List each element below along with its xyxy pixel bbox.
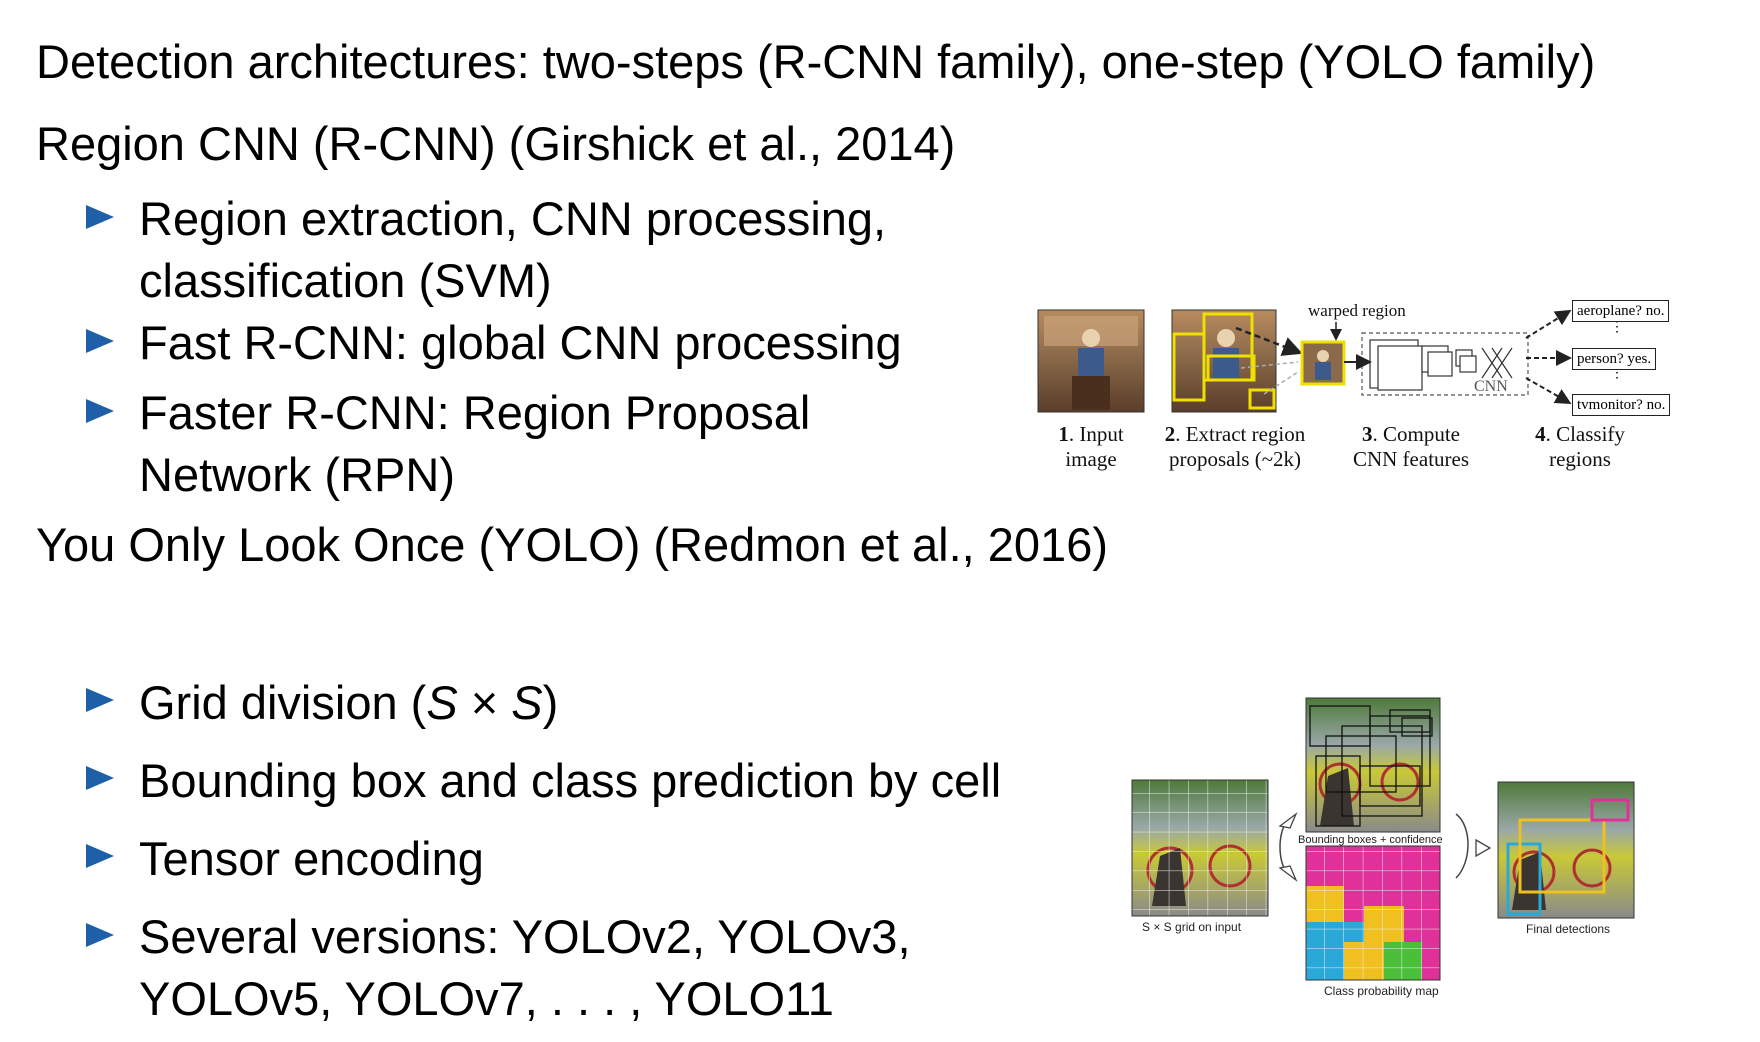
section-heading-yolo: You Only Look Once (YOLO) (Redmon et al.… [36,518,1108,571]
yolo-bullet-grid: Grid division (S × S) [139,672,558,734]
yolo-bullet-versions: Several versions: YOLOv2, YOLOv3, YOLOv5… [139,906,911,1030]
yolo-versions-line1: Several versions: YOLOv2, YOLOv3, [139,910,911,963]
output-aeroplane: aeroplane? no. [1572,300,1670,322]
grid-var-s1: S [426,676,458,729]
final-caption: Final detections [1526,922,1611,936]
final-detections-image [1497,781,1635,919]
slide-heading-detection: Detection architectures: two-steps (R-CN… [36,35,1596,88]
rcnn-bullet-1-line2: classification (SVM) [139,254,552,307]
rcnn-bullet-1-line1: Region extraction, CNN processing, [139,192,887,245]
yolo-pipeline-diagram [1131,697,1635,981]
warped-region-image [1300,340,1346,386]
yolo-versions-line2: YOLOv5, YOLOv7, . . . , YOLO11 [139,972,834,1025]
step-2-caption: 2. Extract region proposals (~2k) [1164,422,1306,471]
bullet-triangle-icon [86,688,114,712]
bbox-confidence-image [1305,697,1441,833]
yolo-pipeline-figure: S × S grid on input Bounding boxes + con… [1130,696,1650,1016]
output-dots: ⋮ [1610,320,1624,335]
bullet-triangle-icon [86,399,114,423]
step-4-caption: 4. Classify regions [1535,422,1625,471]
rcnn-bullet-1: Region extraction, CNN processing, class… [139,188,886,312]
cnn-label: CNN [1474,378,1508,395]
bullet-triangle-icon [86,923,114,947]
region-proposals-image [1171,309,1277,413]
output-tvmonitor: tvmonitor? no. [1572,394,1671,416]
bullet-triangle-icon [86,329,114,353]
grid-times: × [457,676,512,729]
prob-caption: Class probability map [1324,984,1439,998]
grid-var-s2: S [511,676,543,729]
bullet-triangle-icon [86,766,114,790]
bbox-caption: Bounding boxes + confidence [1298,834,1443,846]
rcnn-bullet-2: Fast R-CNN: global CNN processing [139,316,902,369]
yolo-bullet-bbox: Bounding box and class prediction by cel… [139,754,1002,807]
step-1-caption: 1. Input image [1058,422,1124,471]
bullet-triangle-icon [86,205,114,229]
grid-caption: S × S grid on input [1142,920,1242,934]
step-3-caption: 3. Compute CNN features [1352,422,1470,471]
section-heading-rcnn: Region CNN (R-CNN) (Girshick et al., 201… [36,117,956,170]
yolo-bullet-tensor: Tensor encoding [139,832,484,885]
rcnn-bullet-3-line1: Faster R-CNN: Region Proposal [139,386,811,439]
grid-suffix: ) [542,676,559,729]
output-person: person? yes. [1572,348,1657,370]
rcnn-pipeline-figure: ⋮ ⋮ warped region CNN aeroplane? no. per… [1036,298,1671,478]
class-probability-map [1305,845,1441,981]
grid-input-image [1131,779,1269,917]
grid-prefix: Grid division ( [139,676,427,729]
bullet-triangle-icon [86,844,114,868]
warped-region-label: warped region [1308,301,1406,320]
rcnn-bullet-3-line2: Network (RPN) [139,448,455,501]
input-image [1037,309,1145,413]
rcnn-bullet-3: Faster R-CNN: Region Proposal Network (R… [139,382,810,506]
